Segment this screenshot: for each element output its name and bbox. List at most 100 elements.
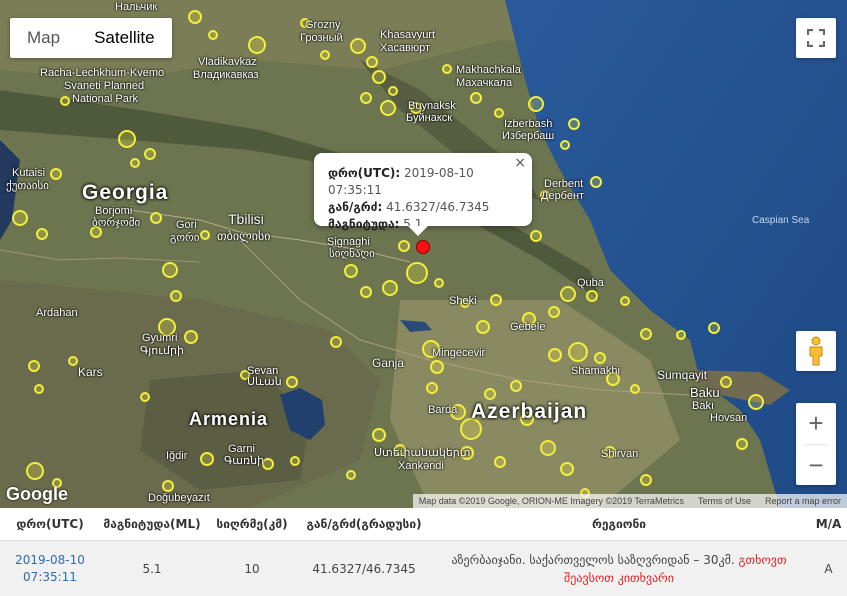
quake-marker[interactable] — [398, 240, 410, 252]
map-type-satellite-button[interactable]: Satellite — [77, 18, 171, 58]
label-gori-ka: გორი — [170, 232, 200, 244]
quake-marker[interactable] — [380, 100, 396, 116]
quake-marker[interactable] — [366, 56, 378, 68]
quake-marker[interactable] — [372, 428, 386, 442]
quake-marker[interactable] — [290, 456, 300, 466]
street-view-button[interactable] — [796, 331, 836, 371]
quake-marker[interactable] — [590, 176, 602, 188]
quake-marker[interactable] — [548, 348, 562, 362]
country-armenia: Armenia — [189, 409, 269, 429]
quake-marker[interactable] — [748, 394, 764, 410]
google-logo[interactable]: Google — [6, 484, 68, 505]
quake-marker[interactable] — [568, 118, 580, 130]
quake-marker[interactable] — [360, 92, 372, 104]
quake-marker[interactable] — [344, 264, 358, 278]
quake-marker[interactable] — [426, 382, 438, 394]
quake-marker[interactable] — [484, 388, 496, 400]
quake-marker[interactable] — [320, 50, 330, 60]
epicenter-marker[interactable] — [416, 240, 430, 254]
quake-marker[interactable] — [346, 470, 356, 480]
date-link-line1[interactable]: 2019-08-10 — [0, 552, 100, 569]
close-icon[interactable]: × — [514, 155, 526, 172]
terms-link[interactable]: Terms of Use — [698, 494, 751, 508]
quake-marker[interactable] — [382, 280, 398, 296]
quake-marker[interactable] — [26, 462, 44, 480]
questionnaire-link-1[interactable]: გთხოვთ — [739, 553, 787, 567]
quake-marker[interactable] — [118, 130, 136, 148]
quake-marker[interactable] — [248, 36, 266, 54]
quake-marker[interactable] — [208, 30, 218, 40]
report-error-link[interactable]: Report a map error — [765, 494, 841, 508]
quake-marker[interactable] — [68, 356, 78, 366]
quake-marker[interactable] — [430, 360, 444, 374]
date-link-line2[interactable]: 07:35:11 — [0, 569, 100, 586]
quake-marker[interactable] — [530, 230, 542, 242]
quake-marker[interactable] — [406, 262, 428, 284]
label-khasavyurt: Khasavyurt — [380, 29, 436, 41]
quake-marker[interactable] — [594, 352, 606, 364]
region-text: აზერბაიჯანი. საქართველოს საზღვრიდან – 30… — [451, 552, 735, 567]
quake-marker[interactable] — [130, 158, 140, 168]
quake-marker[interactable] — [640, 474, 652, 486]
label-buynaksk: Buynaksk — [408, 100, 456, 112]
fullscreen-button[interactable] — [796, 18, 836, 58]
quake-marker[interactable] — [528, 96, 544, 112]
quake-marker[interactable] — [736, 438, 748, 450]
quake-marker[interactable] — [360, 286, 372, 298]
table-row[interactable]: 2019-08-10 07:35:11 5.1 10 41.6327/46.73… — [0, 541, 847, 596]
quake-marker[interactable] — [162, 262, 178, 278]
quake-marker[interactable] — [144, 148, 156, 160]
cell-region: აზერბაიჯანი. საქართველოს საზღვრიდან – 30… — [428, 551, 810, 587]
quake-marker[interactable] — [330, 336, 342, 348]
quake-marker[interactable] — [560, 140, 570, 150]
quake-marker[interactable] — [36, 228, 48, 240]
cell-date[interactable]: 2019-08-10 07:35:11 — [0, 552, 100, 586]
questionnaire-link-2[interactable]: შეავსოთ კითხვარი — [564, 571, 674, 585]
quake-marker[interactable] — [170, 290, 182, 302]
quake-marker[interactable] — [568, 342, 588, 362]
zoom-in-button[interactable]: + — [796, 403, 836, 444]
label-baku-az: Bakı — [692, 400, 715, 412]
quake-marker[interactable] — [162, 480, 174, 492]
quake-marker[interactable] — [50, 168, 62, 180]
quake-marker[interactable] — [708, 322, 720, 334]
quake-marker[interactable] — [200, 230, 210, 240]
quake-marker[interactable] — [560, 462, 574, 476]
quake-marker[interactable] — [560, 286, 576, 302]
quake-marker[interactable] — [350, 38, 366, 54]
map-view[interactable]: Grozny Грозный Khasavyurt Хасавюрт Vladi… — [0, 0, 847, 508]
quake-marker[interactable] — [150, 212, 162, 224]
info-window: × დრო(UTC): 2019-08-10 07:35:11 გან/გრძ:… — [314, 153, 532, 236]
quake-marker[interactable] — [372, 70, 386, 84]
quake-marker[interactable] — [434, 278, 444, 288]
quake-marker[interactable] — [470, 92, 482, 104]
quake-marker[interactable] — [442, 64, 452, 74]
quake-marker[interactable] — [630, 384, 640, 394]
quake-marker[interactable] — [286, 376, 298, 388]
quake-marker[interactable] — [188, 10, 202, 24]
info-date-label: დრო(UTC): — [328, 166, 401, 180]
quake-marker[interactable] — [12, 210, 28, 226]
quake-marker[interactable] — [476, 320, 490, 334]
quake-marker[interactable] — [140, 392, 150, 402]
quake-marker[interactable] — [28, 360, 40, 372]
quake-marker[interactable] — [540, 440, 556, 456]
quake-marker[interactable] — [586, 290, 598, 302]
quake-marker[interactable] — [676, 330, 686, 340]
quake-marker[interactable] — [510, 380, 522, 392]
quake-marker[interactable] — [388, 86, 398, 96]
quake-marker[interactable] — [490, 294, 502, 306]
quake-marker[interactable] — [184, 330, 198, 344]
zoom-out-button[interactable]: − — [796, 445, 836, 486]
quake-marker[interactable] — [200, 452, 214, 466]
quake-marker[interactable] — [34, 384, 44, 394]
quake-marker[interactable] — [494, 456, 506, 468]
quake-marker[interactable] — [640, 328, 652, 340]
quake-marker[interactable] — [720, 376, 732, 388]
quake-marker[interactable] — [60, 96, 70, 106]
label-mingecevir: Mingecevir — [432, 347, 486, 359]
quake-marker[interactable] — [548, 306, 560, 318]
quake-marker[interactable] — [620, 296, 630, 306]
quake-marker[interactable] — [494, 108, 504, 118]
map-type-map-button[interactable]: Map — [10, 18, 77, 58]
